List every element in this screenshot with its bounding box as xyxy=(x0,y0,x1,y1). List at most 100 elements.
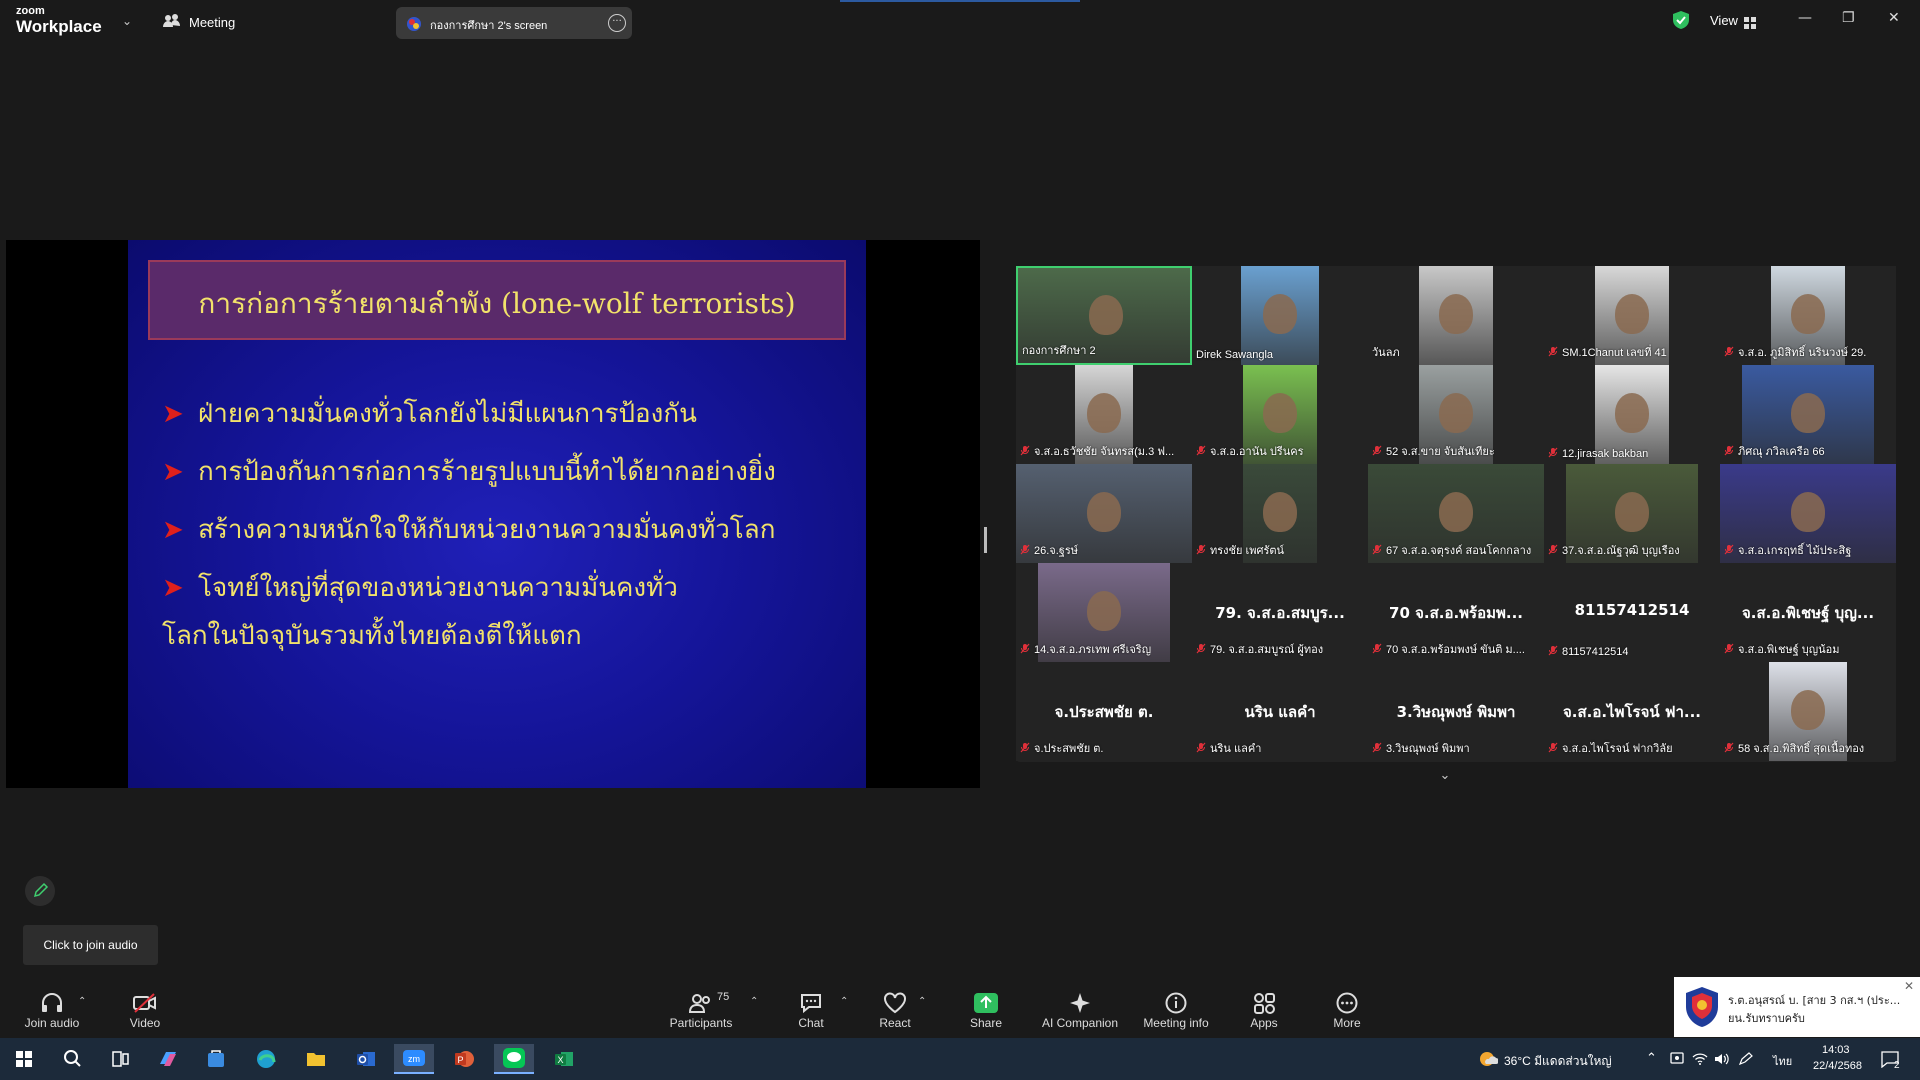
participant-tile[interactable]: 70 จ.ส.อ.พร้อมพ... 70 จ.ส.อ.พร้อมพงษ์ ขัน… xyxy=(1368,563,1544,662)
participant-face xyxy=(1089,294,1123,335)
participant-name: 58 จ.ส.อ.พิสิทธิ์ สุดเนื้อทอง xyxy=(1738,743,1865,755)
participant-tile[interactable]: จ.ส.อ.ธวัชชัย จันทรส(ม.3 ฟ... xyxy=(1016,365,1192,464)
clock-time[interactable]: 14:03 xyxy=(1822,1044,1850,1056)
bullet-text: โจทย์ใหญ่ที่สุดของหน่วยงานความมั่นคงทั่ว xyxy=(198,573,678,603)
react-caret-icon[interactable]: ⌃ xyxy=(918,996,926,1007)
ai-companion-button[interactable]: AI Companion xyxy=(1038,982,1122,1038)
restore-icon[interactable]: ❐ xyxy=(1842,10,1855,26)
join-audio-button[interactable]: Join audio xyxy=(20,982,84,1038)
more-button[interactable]: More xyxy=(1328,982,1366,1038)
participant-tile[interactable]: จ.ส.อ. ภูมิสิทธิ์ นรินวงษ์ 29. xyxy=(1720,266,1896,365)
minimize-icon[interactable]: — xyxy=(1798,10,1812,26)
speaker-icon[interactable] xyxy=(1714,1051,1730,1070)
task-view-icon[interactable] xyxy=(100,1044,140,1074)
participant-tile[interactable]: 26.จ.ฐรษ์ xyxy=(1016,464,1192,563)
edge-icon[interactable] xyxy=(246,1044,286,1074)
chevron-down-icon[interactable]: ⌄ xyxy=(122,14,132,28)
chevron-down-icon[interactable]: ⌄ xyxy=(1415,768,1475,790)
muted-mic-icon xyxy=(1020,742,1030,753)
close-icon[interactable]: ✕ xyxy=(1888,10,1900,26)
meeting-icon[interactable] xyxy=(163,13,181,33)
participant-name-label: SM.1Chanut เลขที่ 41 xyxy=(1548,343,1667,361)
participant-tile[interactable]: 37.จ.ส.อ.ณัฐวุฒิ บุญเรือง xyxy=(1544,464,1720,563)
audio-caret-icon[interactable]: ⌃ xyxy=(78,996,86,1007)
participant-tile[interactable]: 14.จ.ส.อ.ภรเทพ ศรีเจริญ xyxy=(1016,563,1192,662)
participant-name-label: ทรงชัย เพศรัตน์ xyxy=(1196,541,1284,559)
meeting-info-button[interactable]: Meeting info xyxy=(1140,982,1212,1038)
participant-tile[interactable]: กองการศึกษา 2 xyxy=(1016,266,1192,365)
muted-mic-icon xyxy=(1196,742,1206,753)
participant-tile[interactable]: จ.ส.อ.พิเชษฐ์ บุญ... จ.ส.อ.พิเชษฐ์ บุญน้อ… xyxy=(1720,563,1896,662)
splitter-handle[interactable] xyxy=(984,527,987,553)
participant-tile[interactable]: Direk Sawangla xyxy=(1192,266,1368,365)
participant-tile[interactable]: จ.ส.อ.อานัน ปรีนคร xyxy=(1192,365,1368,464)
wifi-icon[interactable] xyxy=(1692,1051,1708,1070)
participant-tile[interactable]: วันลภ xyxy=(1368,266,1544,365)
participant-tile[interactable]: SM.1Chanut เลขที่ 41 xyxy=(1544,266,1720,365)
participant-tile[interactable]: จ.ประสพชัย ต. จ.ประสพชัย ต. xyxy=(1016,662,1192,761)
arrow-bullet-icon: ➤ xyxy=(162,515,184,545)
participant-name: 14.จ.ส.อ.ภรเทพ ศรีเจริญ xyxy=(1034,644,1152,656)
participant-name: 3.วิษณุพงษ์ พิมพา xyxy=(1386,743,1470,755)
meeting-info-label: Meeting info xyxy=(1143,1016,1209,1030)
participant-tile[interactable]: จ.ส.อ.เกรฤทธิ์ ไม้ประสิฐ xyxy=(1720,464,1896,563)
participant-tile[interactable]: 81157412514 81157412514 xyxy=(1544,563,1720,662)
excel-icon[interactable]: X xyxy=(544,1044,584,1074)
participant-face xyxy=(1263,392,1297,433)
annotate-button[interactable] xyxy=(25,876,55,906)
share-button[interactable]: Share xyxy=(965,982,1007,1038)
react-button[interactable]: React xyxy=(874,982,916,1038)
file-explorer-icon[interactable] xyxy=(296,1044,336,1074)
screen-share-pill[interactable]: กองการศึกษา 2's screen ··· xyxy=(396,7,632,39)
participant-tile[interactable]: ทรงชัย เพศรัตน์ xyxy=(1192,464,1368,563)
powerpoint-icon[interactable]: P xyxy=(444,1044,484,1074)
clock-date[interactable]: 22/4/2568 xyxy=(1813,1060,1862,1072)
participant-tile[interactable]: ภิศณุ ภวิลเครือ 66 xyxy=(1720,365,1896,464)
pen-icon[interactable] xyxy=(1738,1051,1754,1070)
shared-screen[interactable]: การก่อการร้ายตามลำพัง (lone-wolf terrori… xyxy=(6,240,980,788)
participant-tile[interactable]: 3.วิษณุพงษ์ พิมพา 3.วิษณุพงษ์ พิมพา xyxy=(1368,662,1544,761)
store-icon[interactable] xyxy=(196,1044,236,1074)
apps-button[interactable]: Apps xyxy=(1246,982,1282,1038)
screen-share-label: กองการศึกษา 2's screen xyxy=(430,20,548,32)
view-button[interactable]: View xyxy=(1710,13,1738,28)
close-icon[interactable]: ✕ xyxy=(1904,979,1914,993)
chat-label: Chat xyxy=(798,1016,824,1030)
participant-tile[interactable]: 12.jirasak bakban xyxy=(1544,365,1720,464)
participant-name-label: 79. จ.ส.อ.สมบูรณ์ ผู้ทอง xyxy=(1196,640,1323,658)
zoom-logo[interactable]: zoom Workplace xyxy=(16,6,102,36)
input-language[interactable]: ไทย xyxy=(1773,1052,1792,1070)
participant-tile[interactable]: 79. จ.ส.อ.สมบูร... 79. จ.ส.อ.สมบูรณ์ ผู้ท… xyxy=(1192,563,1368,662)
bullet-text-line2: โลกในปัจจุบันรวมทั้งไทยต้องตีให้แตก xyxy=(162,621,582,651)
weather-icon[interactable] xyxy=(1478,1050,1499,1072)
more-options-icon[interactable]: ··· xyxy=(608,14,626,32)
participant-tile[interactable]: นริน แลคำ นริน แลคำ xyxy=(1192,662,1368,761)
grid-view-icon[interactable] xyxy=(1744,14,1756,33)
participant-face xyxy=(1791,491,1825,532)
chat-caret-icon[interactable]: ⌃ xyxy=(840,996,848,1007)
participants-caret-icon[interactable]: ⌃ xyxy=(750,996,758,1007)
chevron-up-icon[interactable]: ⌃ xyxy=(1646,1050,1657,1066)
participant-name: 67 จ.ส.อ.จตุรงค์ สอนโคกกลาง xyxy=(1386,545,1532,557)
meeting-label[interactable]: Meeting xyxy=(189,15,235,30)
weather-text[interactable]: 36°C มีแดดส่วนใหญ่ xyxy=(1504,1052,1612,1071)
share-user-icon xyxy=(406,16,422,36)
outlook-icon[interactable] xyxy=(346,1044,386,1074)
participant-tile[interactable]: 58 จ.ส.อ.พิสิทธิ์ สุดเนื้อทอง xyxy=(1720,662,1896,761)
participant-tile[interactable]: 67 จ.ส.อ.จตุรงค์ สอนโคกกลาง xyxy=(1368,464,1544,563)
chat-button[interactable]: Chat xyxy=(790,982,832,1038)
participant-name: จ.ส.อ.อานัน ปรีนคร xyxy=(1210,446,1304,458)
search-icon[interactable] xyxy=(52,1044,92,1074)
zoom-taskbar-icon[interactable]: zm xyxy=(394,1044,434,1074)
line-notification[interactable]: ร.ต.อนุสรณ์ บ. [สาย 3 กส.ฯ (ประ... ยน.รั… xyxy=(1674,977,1920,1037)
participant-tile[interactable]: 52 จ.ส.ขาย จับสันเทียะ xyxy=(1368,365,1544,464)
tray-app-icon[interactable] xyxy=(1670,1051,1684,1070)
participant-tile[interactable]: จ.ส.อ.ไพโรจน์ ฟา... จ.ส.อ.ไพโรจน์ ฟากวิลั… xyxy=(1544,662,1720,761)
copilot-icon[interactable] xyxy=(148,1044,188,1074)
apps-label: Apps xyxy=(1250,1016,1278,1030)
svg-text:P: P xyxy=(457,1055,463,1065)
line-app-icon[interactable] xyxy=(494,1044,534,1074)
windows-start-icon[interactable] xyxy=(4,1044,44,1074)
shield-icon[interactable] xyxy=(1673,11,1689,33)
video-button[interactable]: Video xyxy=(120,982,170,1038)
